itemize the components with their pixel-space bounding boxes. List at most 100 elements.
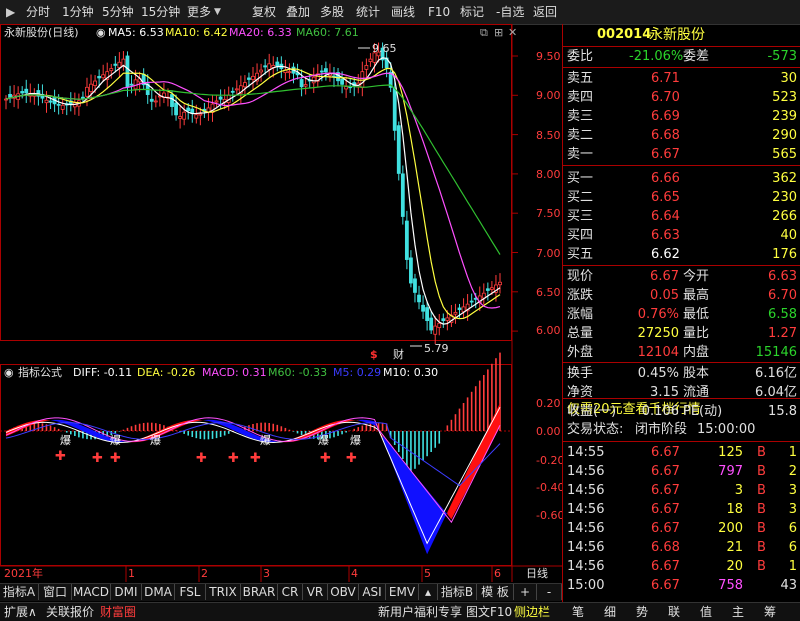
period-label[interactable]: 日线: [526, 566, 548, 580]
btn-mark[interactable]: 标记: [460, 4, 484, 20]
tab-vr[interactable]: VR: [303, 584, 328, 600]
x-month: 3: [263, 567, 270, 580]
tick-row: 14:56 6.67 20 B 1: [567, 559, 797, 574]
btn-overlay[interactable]: 叠加: [286, 4, 310, 20]
indicator-settings-icon[interactable]: ◉: [4, 366, 14, 379]
diff-label: DIFF: -0.11: [73, 366, 132, 379]
macd-y-tick: 0.00: [536, 425, 561, 438]
y-tick: 6.00: [536, 324, 561, 337]
quote-row: 现价 6.67 今开 6.63: [567, 269, 797, 284]
dea-label: DEA: -0.26: [137, 366, 195, 379]
settings-icon[interactable]: ◉: [96, 26, 106, 39]
cross-marker-icon: ✚: [92, 451, 103, 466]
event-mark-finance[interactable]: 财: [393, 347, 404, 361]
y-tick: 8.00: [536, 168, 561, 181]
ma10-label: MA10: 6.42: [165, 26, 228, 39]
expand-icon[interactable]: ⊞: [494, 26, 503, 39]
tab-indicator-b[interactable]: 指标B: [438, 584, 477, 600]
quote-row: 外盘 12104 内盘 15146: [567, 345, 797, 360]
btn-back[interactable]: 返回: [533, 4, 557, 20]
x-month: 2: [201, 567, 208, 580]
tab-more[interactable]: 更多: [187, 4, 211, 20]
tab-emv[interactable]: EMV: [386, 584, 419, 600]
btn-remove-watch[interactable]: -自选: [496, 4, 524, 20]
y-tick: 9.50: [536, 50, 561, 63]
btn-stats[interactable]: 统计: [356, 4, 380, 20]
expand-button[interactable]: 扩展∧: [4, 605, 37, 619]
tick-row: 14:55 6.67 125 B 1: [567, 445, 797, 460]
rtab-bi[interactable]: 笔: [572, 605, 584, 619]
btn-fuquan[interactable]: 复权: [252, 4, 276, 20]
rtab-zhi[interactable]: 值: [700, 605, 712, 619]
tab-dmi[interactable]: DMI: [111, 584, 142, 600]
rtab-shi[interactable]: 势: [636, 605, 648, 619]
tick-row: 15:00 6.67 758 43: [567, 578, 797, 593]
tick-row: 14:56 6.67 18 B 3: [567, 502, 797, 517]
tab-1min[interactable]: 1分钟: [62, 4, 94, 20]
tab-5min[interactable]: 5分钟: [102, 4, 134, 20]
tab-obv[interactable]: OBV: [328, 584, 359, 600]
rtab-chou[interactable]: 筹: [764, 605, 776, 619]
benefit-link[interactable]: 新用户福利专享: [378, 605, 462, 619]
quote-row: 总量 27250 量比 1.27: [567, 326, 797, 341]
chart-area[interactable]: 9.50 9.00 8.50 8.00 7.50 7.00 6.50 6.00 …: [0, 24, 562, 602]
tick-row: 14:56 6.67 200 B 6: [567, 521, 797, 536]
y-tick: 9.00: [536, 89, 561, 102]
zoom-out-button[interactable]: -: [537, 584, 562, 600]
tab-window[interactable]: 窗口: [39, 584, 72, 600]
kline-title: 永新股份(日线): [4, 25, 79, 39]
close-icon[interactable]: ✕: [508, 26, 517, 39]
cross-marker-icon: ✚: [346, 451, 357, 466]
tab-fsl[interactable]: FSL: [175, 584, 206, 600]
caifu-circle-button[interactable]: 财富圈: [100, 605, 136, 619]
ma60-label: MA60: 7.61: [296, 26, 359, 39]
tab-trix[interactable]: TRIX: [206, 584, 241, 600]
play-icon[interactable]: ▶: [6, 4, 15, 20]
btn-multi[interactable]: 多股: [320, 4, 344, 20]
tab-template[interactable]: 模 板: [477, 584, 514, 600]
cross-marker-icon: ✚: [250, 451, 261, 466]
stock-code: 002014: [597, 27, 652, 42]
bao-marker: 爆: [260, 433, 271, 447]
tab-timeshare[interactable]: 分时: [26, 4, 50, 20]
more-arrow-icon[interactable]: ▼: [214, 4, 221, 20]
tab-15min[interactable]: 15分钟: [141, 4, 180, 20]
tick-row: 14:56 6.67 797 B 2: [567, 464, 797, 479]
tab-brar[interactable]: BRAR: [241, 584, 278, 600]
window-restore-icon[interactable]: ⧉: [480, 26, 488, 39]
quote-panel: 002014 永新股份 委比 -21.06% 委差 -573 仅需20元查看千档…: [562, 24, 800, 602]
event-mark-s[interactable]: $: [370, 348, 378, 361]
y-tick: 7.00: [536, 247, 561, 260]
ask-row: 卖二 6.68 290: [567, 128, 797, 143]
rtab-xi[interactable]: 细: [604, 605, 616, 619]
bid-row: 买五 6.62 176: [567, 247, 797, 262]
weibi-row: 委比 -21.06% 委差 -573: [567, 49, 797, 64]
f10-link[interactable]: 图文F10: [466, 605, 512, 619]
cross-marker-icon: ✚: [110, 451, 121, 466]
tab-macd[interactable]: MACD: [72, 584, 111, 600]
zoom-in-button[interactable]: +: [514, 584, 537, 600]
tab-indicator-a[interactable]: 指标A: [0, 584, 39, 600]
finance-row: 收益(一) 0.106 PE(动) 15.8: [567, 404, 797, 419]
bao-marker: 爆: [318, 433, 329, 447]
tabs-dropdown-icon[interactable]: ▴: [419, 584, 438, 600]
tab-cr[interactable]: CR: [278, 584, 303, 600]
macd-y-tick: 0.20: [536, 397, 561, 410]
bid-row: 买四 6.63 40: [567, 228, 797, 243]
bao-marker: 爆: [350, 433, 361, 447]
kline-macd-chart[interactable]: 9.50 9.00 8.50 8.00 7.50 7.00 6.50 6.00 …: [0, 24, 562, 602]
y-tick: 8.50: [536, 129, 561, 142]
related-quote-button[interactable]: 关联报价: [46, 605, 94, 619]
finance-row: 换手 0.45% 股本 6.16亿: [567, 366, 797, 381]
rtab-lian[interactable]: 联: [668, 605, 680, 619]
top-toolbar: ▶ 分时 1分钟 5分钟 15分钟 更多 ▼ 复权 叠加 多股 统计 画线 F1…: [0, 0, 800, 25]
tab-asi[interactable]: ASI: [359, 584, 386, 600]
rtab-zhu[interactable]: 主: [732, 605, 744, 619]
sidebar-link[interactable]: 侧边栏: [514, 605, 550, 619]
tab-dma[interactable]: DMA: [142, 584, 175, 600]
btn-drawline[interactable]: 画线: [391, 4, 415, 20]
cross-marker-icon: ✚: [196, 451, 207, 466]
btn-f10[interactable]: F10: [428, 4, 450, 20]
m10-label: M10: 0.30: [383, 366, 438, 379]
cross-marker-icon: ✚: [320, 451, 331, 466]
